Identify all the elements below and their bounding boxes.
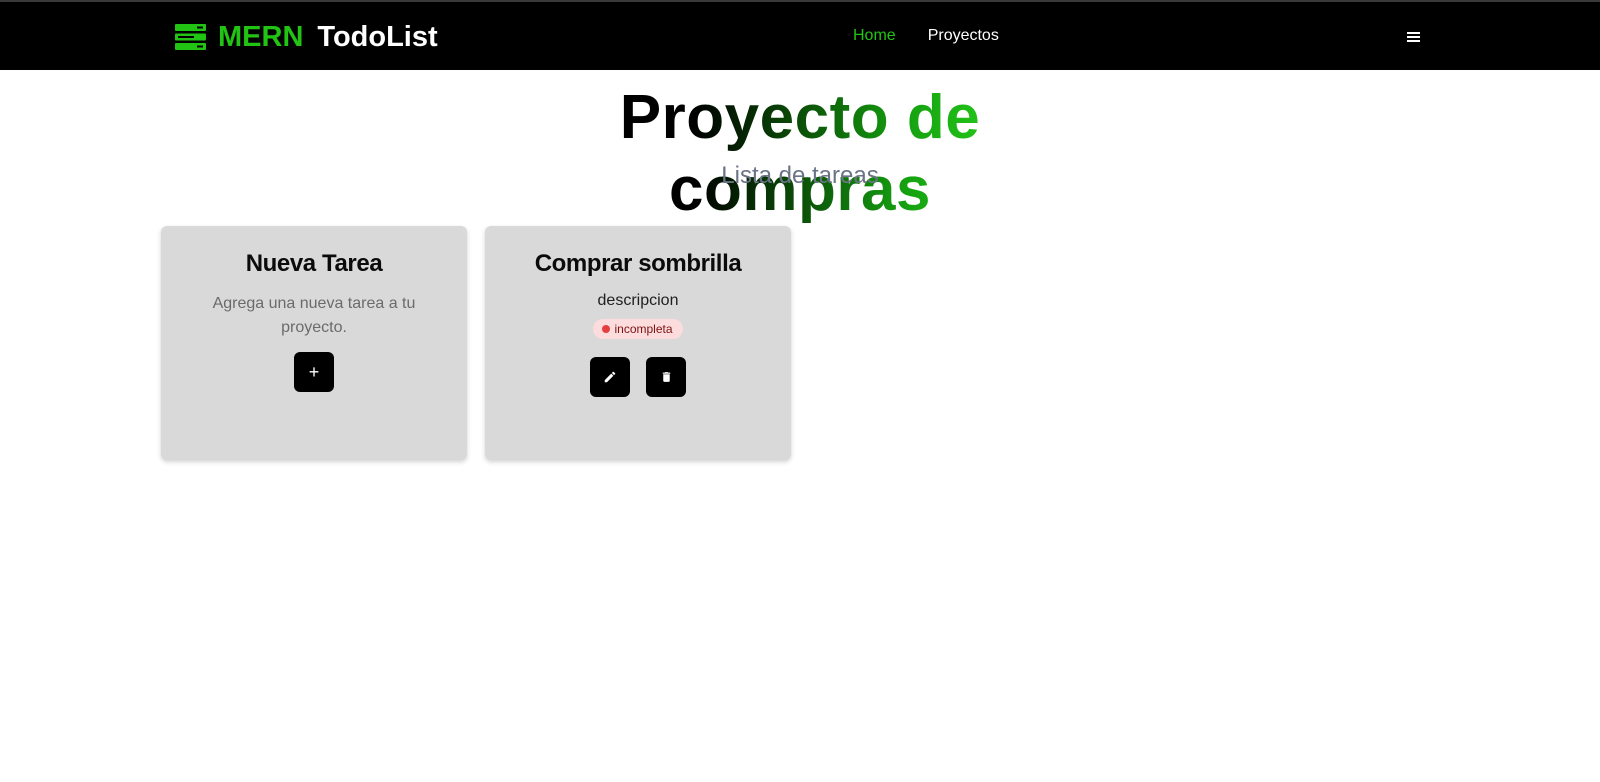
- brand-name: TodoList: [317, 20, 438, 53]
- page-subtitle: Lista de tareas: [721, 162, 879, 189]
- server-stack-icon: [175, 24, 206, 50]
- task-description: descripcion: [597, 292, 679, 309]
- brand-accent: MERN: [218, 20, 304, 53]
- task-actions: [485, 357, 791, 397]
- nav-link-proyectos[interactable]: Proyectos: [928, 27, 999, 45]
- new-task-title: Nueva Tarea: [245, 250, 383, 277]
- add-task-button[interactable]: +: [294, 352, 334, 392]
- status-dot-icon: [602, 325, 611, 333]
- task-card: Comprar sombrilla descripcion incompleta: [485, 226, 791, 460]
- status-label: incompleta: [614, 322, 673, 336]
- delete-task-button[interactable]: [646, 357, 686, 397]
- trash-icon: [662, 372, 670, 382]
- nav-link-home[interactable]: Home: [853, 27, 896, 45]
- brand-logo[interactable]: MERN TodoList: [175, 21, 438, 53]
- page-title: Proyecto de compras: [492, 82, 1108, 226]
- pencil-icon: [604, 371, 616, 383]
- edit-task-button[interactable]: [590, 357, 630, 397]
- nav-links: Home Proyectos: [853, 27, 999, 45]
- new-task-card: Nueva Tarea Agrega una nueva tarea a tu …: [161, 226, 467, 460]
- task-title: Comprar sombrilla: [534, 250, 742, 277]
- new-task-description: Agrega una nueva tarea a tu proyecto.: [212, 295, 416, 336]
- hamburger-icon[interactable]: [1406, 30, 1422, 44]
- navbar: MERN TodoList Home Proyectos: [0, 0, 1600, 70]
- status-badge: incompleta: [593, 319, 683, 339]
